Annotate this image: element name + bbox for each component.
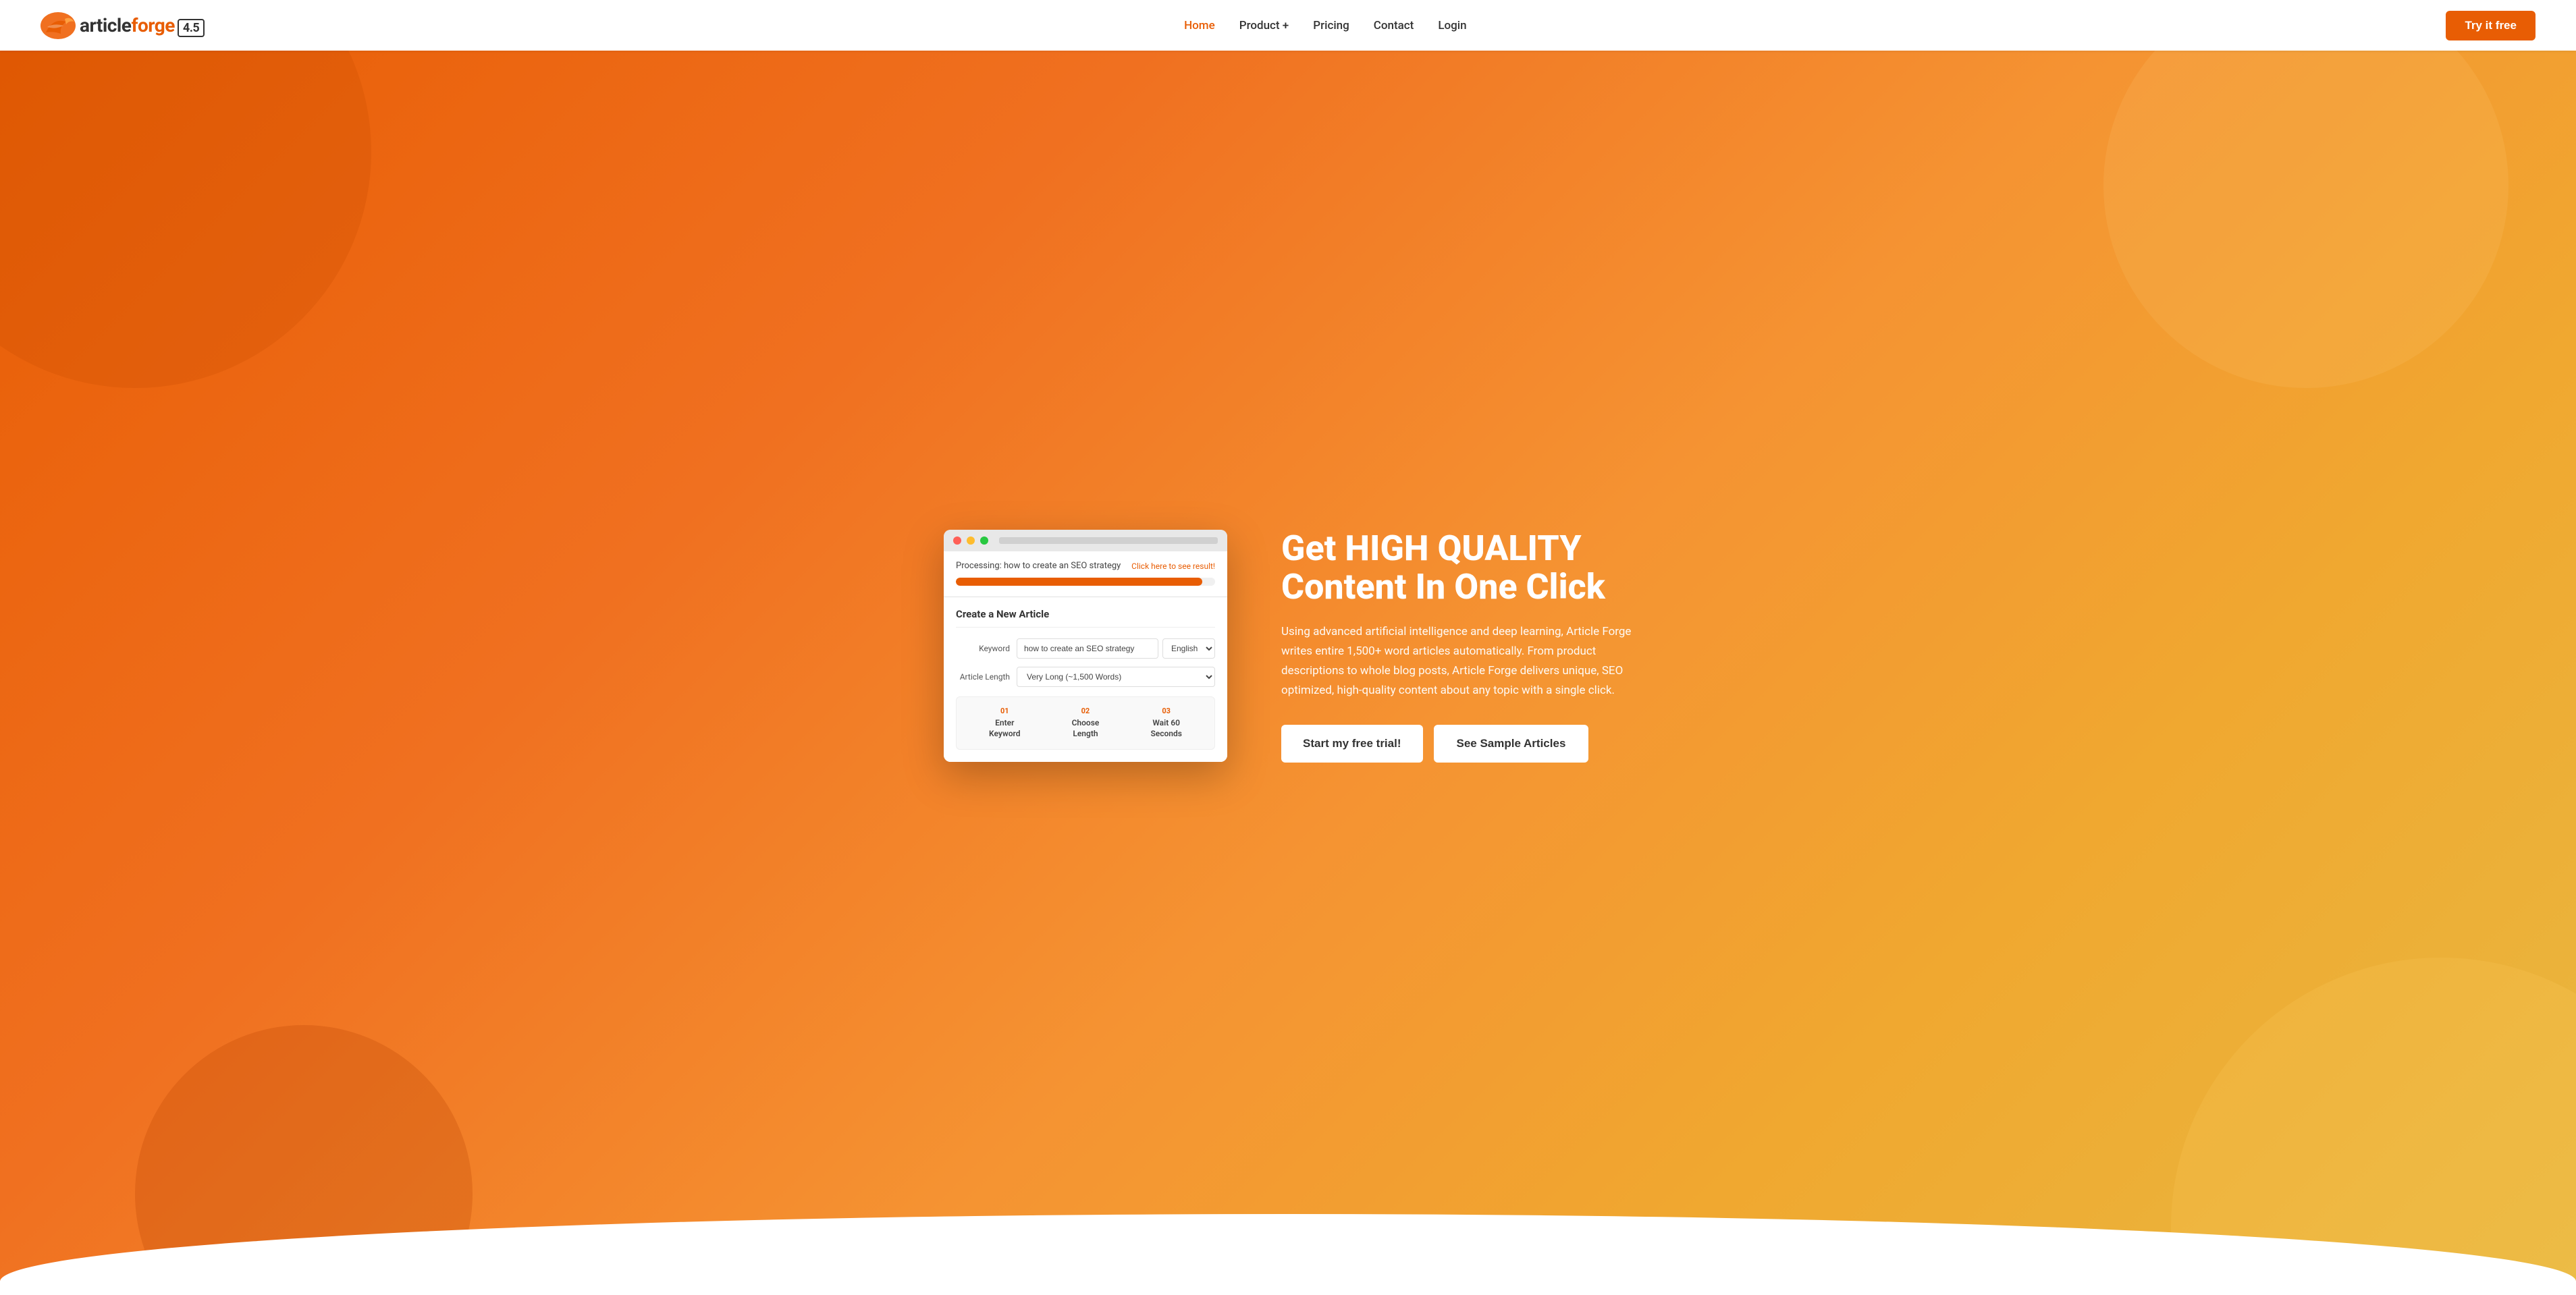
click-here-link[interactable]: Click here to see result! (1131, 561, 1215, 571)
nav-login-label: Login (1438, 19, 1466, 32)
processing-area: Processing: how to create an SEO strateg… (944, 551, 1227, 597)
article-length-label: Article Length (956, 672, 1010, 682)
nav-contact-label: Contact (1374, 19, 1414, 32)
hero-content: Get HIGH QUALITY Content In One Click Us… (1281, 529, 1632, 763)
nav-item-product[interactable]: Product + (1239, 19, 1289, 32)
window-titlebar (944, 530, 1227, 551)
step-2-label: ChooseLength (1072, 718, 1100, 739)
hero-title-line2: Content In One Click (1281, 566, 1605, 607)
step-3-number: 03 (1162, 707, 1171, 715)
language-select[interactable]: English (1162, 638, 1215, 659)
decorative-blob-1 (0, 51, 371, 388)
article-length-input-group: Very Long (~1,500 Words) (1017, 667, 1215, 687)
nav-menu: Home Product + Pricing Contact Login (1184, 19, 1467, 32)
article-length-select[interactable]: Very Long (~1,500 Words) (1017, 667, 1215, 687)
processing-header: Processing: how to create an SEO strateg… (956, 561, 1215, 571)
hero-section: Processing: how to create an SEO strateg… (0, 51, 2576, 1295)
step-3-label: Wait 60Seconds (1150, 718, 1181, 739)
nav-link-home[interactable]: Home (1184, 19, 1215, 32)
see-sample-articles-button[interactable]: See Sample Articles (1434, 725, 1589, 763)
nav-pricing-label: Pricing (1313, 19, 1349, 32)
logo-bird-icon (41, 12, 76, 39)
logo[interactable]: articleforge4.5 (41, 12, 205, 39)
nav-product-label: Product + (1239, 19, 1289, 32)
nav-link-login[interactable]: Login (1438, 19, 1466, 32)
step-2-number: 02 (1081, 707, 1090, 715)
logo-forge: forge (131, 14, 174, 36)
window-close-dot (953, 536, 961, 545)
steps-row: 01 EnterKeyword 02 ChooseLength 03 Wait … (956, 696, 1215, 749)
decorative-blob-3 (2103, 51, 2508, 388)
nav-item-home[interactable]: Home (1184, 19, 1215, 32)
window-expand-dot (980, 536, 988, 545)
keyword-input[interactable] (1017, 638, 1158, 659)
nav-link-contact[interactable]: Contact (1374, 19, 1414, 32)
progress-bar-track (956, 578, 1215, 586)
nav-item-pricing[interactable]: Pricing (1313, 19, 1349, 32)
titlebar-url-bar (999, 537, 1218, 544)
keyword-label: Keyword (956, 644, 1010, 653)
article-form: Create a New Article Keyword English Art… (944, 597, 1227, 761)
nav-item-contact[interactable]: Contact (1374, 19, 1414, 32)
nav-link-product[interactable]: Product + (1239, 19, 1289, 32)
step-2: 02 ChooseLength (1072, 707, 1100, 739)
hero-inner: Processing: how to create an SEO strateg… (815, 489, 1761, 857)
step-1-number: 01 (1000, 707, 1009, 715)
app-window-mockup: Processing: how to create an SEO strateg… (944, 530, 1227, 761)
window-minimize-dot (967, 536, 975, 545)
nav-item-login[interactable]: Login (1438, 19, 1466, 32)
logo-wordmark: articleforge4.5 (80, 14, 205, 36)
keyword-input-group: English (1017, 638, 1215, 659)
start-free-trial-button[interactable]: Start my free trial! (1281, 725, 1423, 763)
article-length-row: Article Length Very Long (~1,500 Words) (956, 667, 1215, 687)
form-title: Create a New Article (956, 608, 1215, 628)
logo-text-container: articleforge4.5 (80, 14, 205, 37)
hero-title-line1: Get HIGH QUALITY (1281, 528, 1582, 569)
navbar: articleforge4.5 Home Product + Pricing C… (0, 0, 2576, 51)
hero-description: Using advanced artificial intelligence a… (1281, 622, 1632, 700)
try-it-free-button[interactable]: Try it free (2446, 11, 2535, 40)
hero-title: Get HIGH QUALITY Content In One Click (1281, 529, 1632, 606)
step-1-label: EnterKeyword (989, 718, 1020, 739)
progress-bar-fill (956, 578, 1202, 586)
logo-article: article (80, 14, 131, 36)
keyword-row: Keyword English (956, 638, 1215, 659)
logo-version-badge: 4.5 (178, 19, 205, 37)
hero-buttons: Start my free trial! See Sample Articles (1281, 725, 1632, 763)
nav-link-pricing[interactable]: Pricing (1313, 19, 1349, 32)
processing-label: Processing: how to create an SEO strateg… (956, 561, 1121, 571)
step-3: 03 Wait 60Seconds (1150, 707, 1181, 739)
step-1: 01 EnterKeyword (989, 707, 1020, 739)
